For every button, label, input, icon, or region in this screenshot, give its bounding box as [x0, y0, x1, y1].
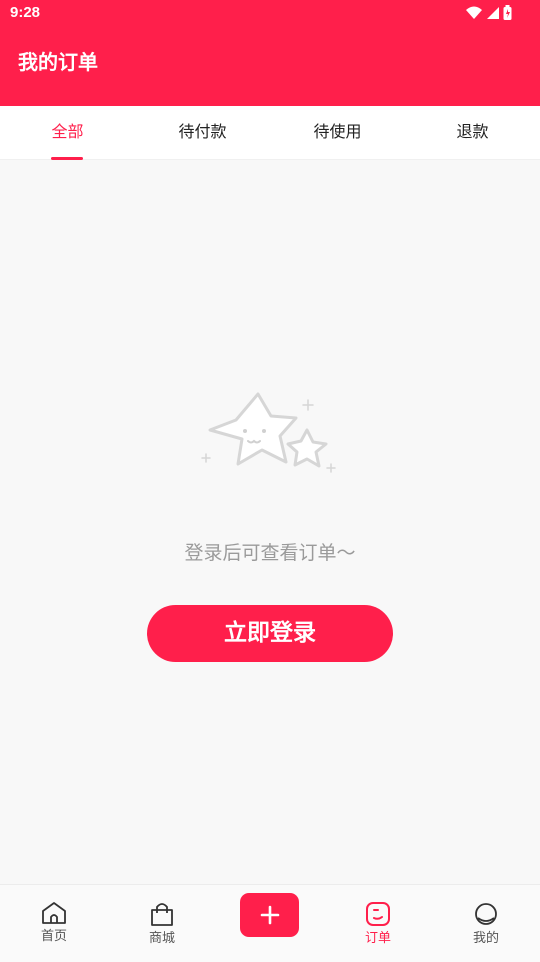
app-header: 我的订单 [0, 26, 540, 106]
login-button[interactable]: 立即登录 [147, 605, 393, 662]
status-icons [466, 5, 512, 20]
nav-label-profile: 我的 [472, 931, 499, 946]
tab-pending-use[interactable]: 待使用 [270, 106, 405, 160]
status-bar: 9:28 [0, 0, 540, 26]
nav-label-home: 首页 [40, 929, 67, 944]
battery-icon [503, 5, 512, 20]
nav-label-mall: 商城 [148, 931, 175, 946]
tab-refund[interactable]: 退款 [405, 106, 540, 160]
signal-icon [487, 6, 499, 19]
add-button[interactable] [240, 893, 299, 937]
wifi-icon [466, 6, 482, 19]
tab-all[interactable]: 全部 [0, 106, 135, 160]
order-tabs: 全部 待付款 待使用 退款 [0, 106, 540, 160]
page-title: 我的订单 [18, 50, 98, 74]
home-icon [42, 902, 66, 924]
active-tab-indicator [51, 157, 83, 160]
nav-item-home[interactable]: 首页 [0, 901, 108, 944]
star-icon [201, 392, 336, 473]
profile-icon [475, 903, 497, 925]
status-time: 9:28 [10, 4, 41, 21]
empty-state-message: 登录后可查看订单～ [184, 542, 356, 564]
bottom-nav: 首页 商城 订单 我的 [0, 884, 540, 962]
order-icon [366, 902, 390, 926]
tab-pending-payment[interactable]: 待付款 [135, 106, 270, 160]
nav-label-orders: 订单 [364, 931, 391, 946]
nav-item-mall[interactable]: 商城 [108, 901, 216, 946]
nav-item-profile[interactable]: 我的 [432, 901, 540, 946]
plus-icon [260, 905, 279, 925]
shopping-bag-icon [151, 903, 173, 926]
nav-item-orders[interactable]: 订单 [324, 901, 432, 946]
